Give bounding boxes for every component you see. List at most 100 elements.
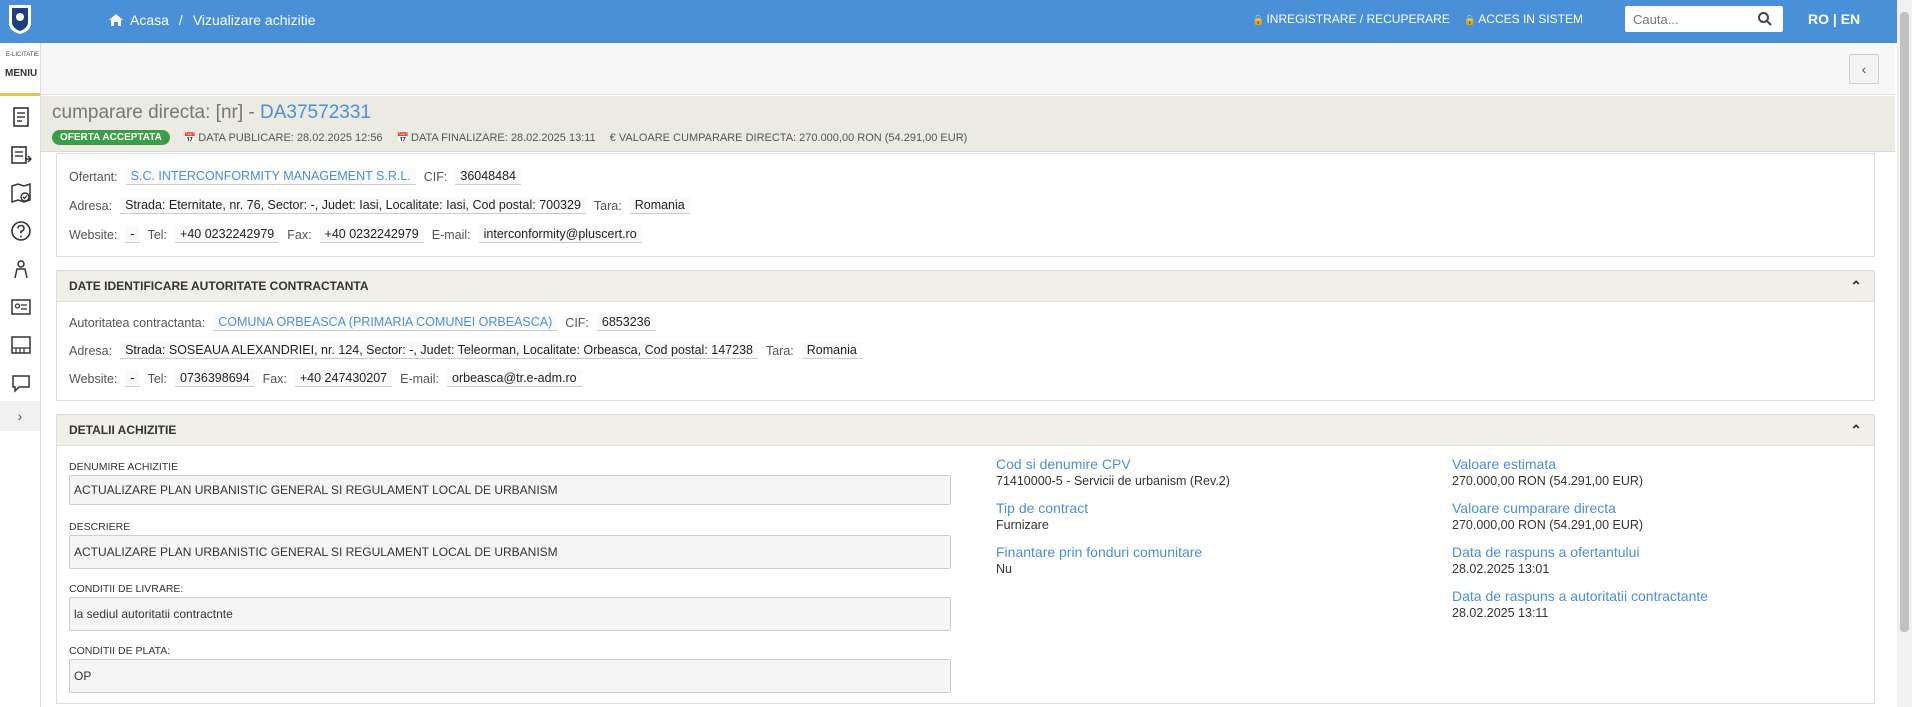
detalii-panel: DETALII ACHIZITIE ⌃ DENUMIRE ACHIZITIE A… (56, 414, 1875, 704)
autoritate-contact-row: Website: - Tel: 0736398694 Fax: +40 2474… (69, 370, 582, 387)
autoritate-cif: 6853236 (596, 314, 656, 331)
status-badge: OFERTA ACCEPTATA (52, 130, 170, 145)
descriere-field: ACTUALIZARE PLAN URBANISTIC GENERAL SI R… (69, 535, 951, 569)
fonduri-value: Nu (996, 562, 1012, 576)
id-card-icon[interactable] (10, 296, 32, 318)
livrare-field: la sediul autoritatii contractnte (69, 597, 951, 631)
address-label: Adresa: (69, 198, 113, 213)
cpv-label: Cod si denumire CPV (996, 456, 1131, 472)
title-band: cumparare directa: [nr] - DA37572331 OFE… (41, 96, 1895, 152)
raspuns-ofertant-label: Data de raspuns a ofertantului (1452, 544, 1640, 560)
menu-label[interactable]: MENIU (5, 68, 37, 79)
autoritate-name-link[interactable]: COMUNA ORBEASCA (PRIMARIA COMUNEI ORBEAS… (213, 314, 558, 331)
lock-icon: 🔒 (1252, 15, 1265, 26)
autoritate-tel: 0736398694 (175, 370, 255, 387)
chat-icon[interactable] (10, 372, 32, 394)
catalog-icon[interactable] (10, 334, 32, 356)
ofertant-panel: Ofertant: S.C. INTERCONFORMITY MANAGEMEN… (56, 153, 1875, 257)
menu-underline (0, 93, 40, 96)
breadcrumb-separator: / (178, 12, 183, 28)
ofertant-tel: +40 0232242979 (175, 226, 280, 243)
autoritate-website: - (125, 370, 140, 387)
procurement-code: DA37572331 (260, 102, 371, 123)
help-icon[interactable] (10, 220, 32, 242)
scrollbar-thumb[interactable] (1900, 12, 1909, 632)
cpv-value: 71410000-5 - Servicii de urbanism (Rev.2… (996, 474, 1230, 488)
direct-purchase-value: € VALOARE CUMPARARE DIRECTA: 270.000,00 … (609, 131, 968, 144)
tip-contract-label: Tip de contract (996, 500, 1089, 516)
list-arrow-icon[interactable] (10, 144, 32, 166)
valoare-cumparare-value: 270.000,00 RON (54.291,00 EUR) (1452, 518, 1644, 532)
sidebar-expand-button[interactable]: › (0, 401, 40, 431)
tip-contract-value: Furnizare (996, 518, 1049, 532)
plata-field: OP (69, 659, 951, 693)
plata-label: CONDITII DE PLATA: (69, 645, 171, 657)
ofertant-email: interconformity@pluscert.ro (478, 226, 642, 243)
title-meta: OFERTA ACCEPTATA 📅 DATA PUBLICARE: 28.02.… (52, 130, 967, 145)
autoritate-address-row: Adresa: Strada: SOSEAUA ALEXANDRIEI, nr.… (69, 342, 862, 359)
ofertant-website: - (125, 226, 140, 243)
ofertant-contact-row: Website: - Tel: +40 0232242979 Fax: +40 … (69, 226, 642, 243)
autoritate-email: orbeasca@tr.e-adm.ro (447, 370, 582, 387)
search-input[interactable] (1625, 11, 1755, 27)
cif-label: CIF: (565, 315, 589, 330)
valoare-cumparare-label: Valoare cumparare directa (1452, 500, 1616, 516)
denumire-label: DENUMIRE ACHIZITIE (69, 461, 179, 473)
search-icon[interactable] (1757, 11, 1773, 27)
website-label: Website: (69, 371, 118, 386)
detalii-panel-header[interactable]: DETALII ACHIZITIE ⌃ (57, 415, 1874, 446)
ofertant-fax: +40 0232242979 (319, 226, 424, 243)
user-icon[interactable] (10, 258, 32, 280)
autoritate-panel-header[interactable]: DATE IDENTIFICARE AUTORITATE CONTRACTANT… (57, 271, 1874, 302)
search-box (1625, 6, 1783, 32)
valoare-estimata-label: Valoare estimata (1452, 456, 1557, 472)
register-link[interactable]: 🔒 INREGISTRARE / RECUPERARE (1252, 12, 1450, 26)
collapse-panel-button[interactable]: ‹ (1849, 54, 1879, 84)
fax-label: Fax: (287, 227, 312, 242)
autoritate-fax: +40 247430207 (294, 370, 393, 387)
detalii-panel-title: DETALII ACHIZITIE (69, 423, 177, 437)
fax-label: Fax: (262, 371, 287, 386)
raspuns-autoritate-label: Data de raspuns a autoritatii contractan… (1452, 588, 1709, 604)
chevron-up-icon[interactable]: ⌃ (1850, 271, 1862, 302)
address-label: Adresa: (69, 343, 113, 358)
calendar-icon: 📅 (183, 132, 197, 144)
date-finalized: 📅 DATA FINALIZARE: 28.02.2025 13:11 (396, 131, 596, 144)
top-links: 🔒 INREGISTRARE / RECUPERARE 🔒 ACCES IN SIS… (1252, 12, 1583, 26)
calendar-icon: 📅 (396, 132, 410, 144)
sidebar-brand: E-LICITATIE (6, 52, 40, 58)
ofertant-address: Strada: Eternitate, nr. 76, Sector: -, J… (120, 197, 586, 214)
ofertant-address-row: Adresa: Strada: Eternitate, nr. 76, Sect… (69, 197, 690, 214)
page-title-prefix: cumparare directa: [nr] - (52, 102, 261, 123)
home-icon[interactable] (108, 13, 124, 27)
autoritate-country: Romania (801, 342, 862, 359)
breadcrumb-current: Vizualizare achizitie (192, 12, 316, 28)
email-label: E-mail: (431, 227, 471, 242)
ofertant-row: Ofertant: S.C. INTERCONFORMITY MANAGEMEN… (69, 168, 521, 185)
cif-label: CIF: (423, 169, 448, 184)
autoritate-address: Strada: SOSEAUA ALEXANDRIEI, nr. 124, Se… (120, 342, 758, 359)
tel-label: Tel: (147, 227, 168, 242)
ofertant-label: Ofertant: (69, 169, 118, 184)
ofertant-cif: 36048484 (455, 168, 521, 185)
map-check-icon[interactable] (10, 182, 32, 204)
valoare-estimata-value: 270.000,00 RON (54.291,00 EUR) (1452, 474, 1644, 488)
site-logo-icon[interactable] (7, 3, 33, 35)
breadcrumb-home[interactable]: Acasa (130, 12, 169, 28)
denumire-field: ACTUALIZARE PLAN URBANISTIC GENERAL SI R… (69, 475, 951, 505)
autoritate-row: Autoritatea contractanta: COMUNA ORBEASC… (69, 314, 656, 331)
autoritate-panel: DATE IDENTIFICARE AUTORITATE CONTRACTANT… (56, 270, 1875, 401)
chevron-up-icon[interactable]: ⌃ (1850, 415, 1862, 446)
document-icon[interactable] (10, 106, 32, 128)
top-bar: Acasa / Vizualizare achizitie 🔒 INREGISTR… (0, 0, 1912, 43)
login-link[interactable]: 🔒 ACCES IN SISTEM (1464, 12, 1583, 26)
ofertant-name-link[interactable]: S.C. INTERCONFORMITY MANAGEMENT S.R.L. (125, 168, 416, 185)
country-label: Tara: (765, 343, 794, 358)
ofertant-country: Romania (629, 197, 690, 214)
language-switch[interactable]: RO | EN (1808, 11, 1860, 27)
tel-label: Tel: (147, 371, 168, 386)
raspuns-ofertant-value: 28.02.2025 13:01 (1452, 562, 1550, 576)
country-label: Tara: (593, 198, 622, 213)
date-published: 📅 DATA PUBLICARE: 28.02.2025 12:56 (183, 131, 383, 144)
website-label: Website: (69, 227, 118, 242)
